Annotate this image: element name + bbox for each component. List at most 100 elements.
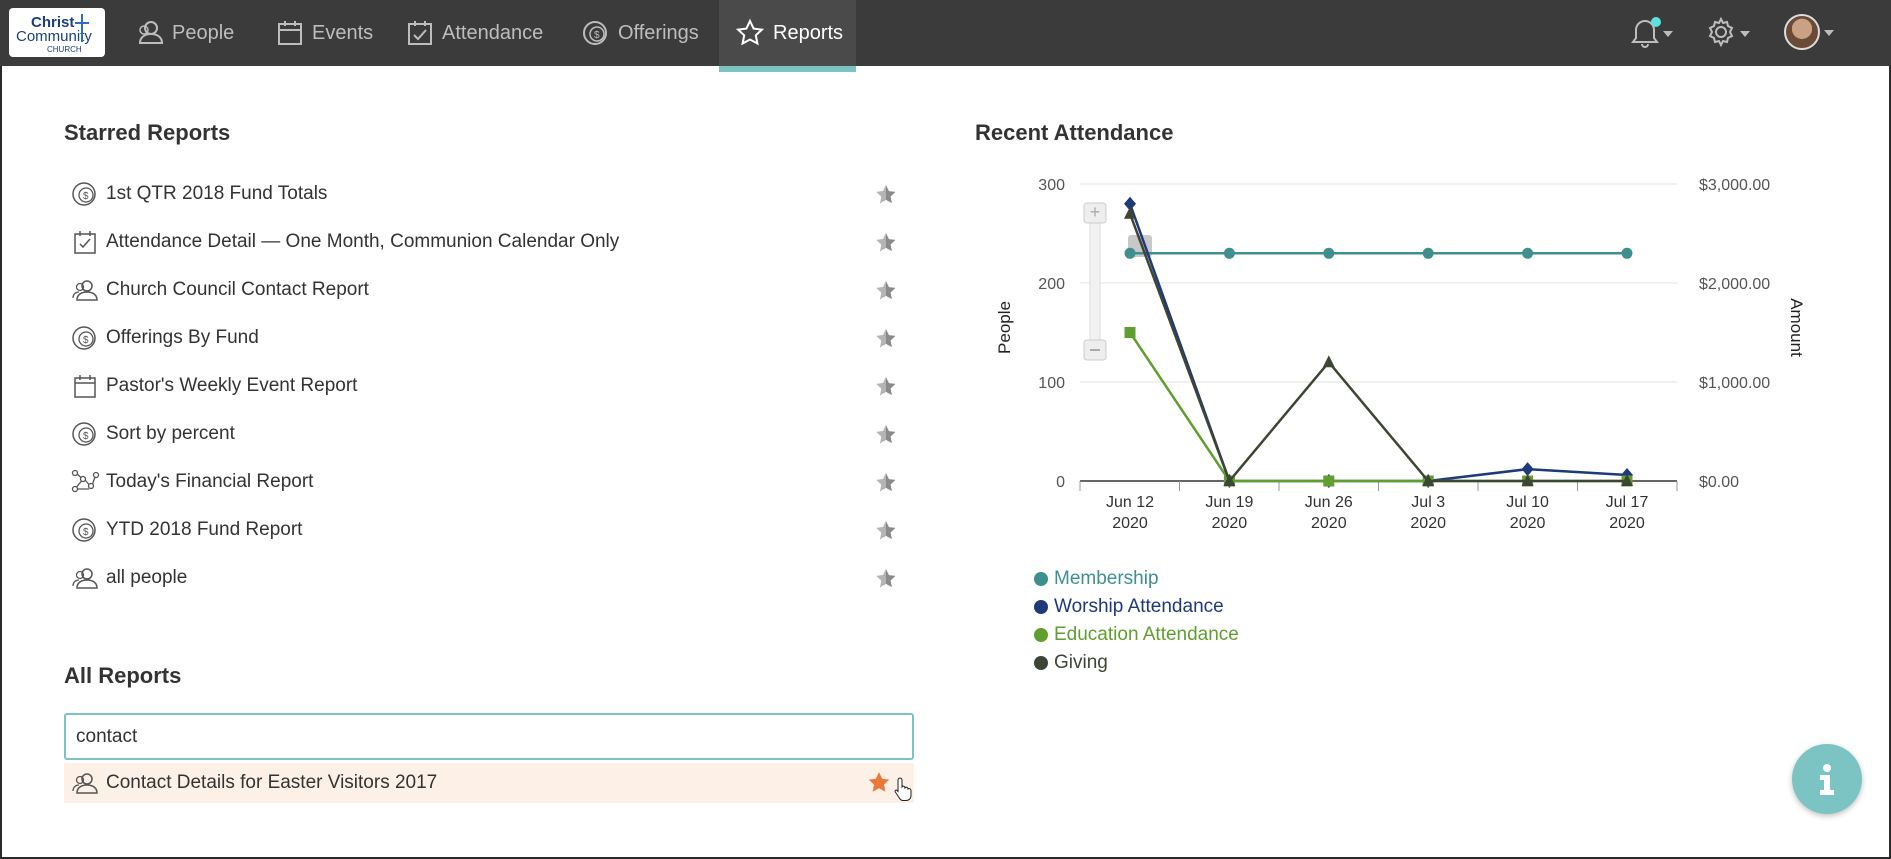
chevron-down-icon — [1740, 31, 1750, 37]
unstar-toggle-icon[interactable] — [874, 423, 898, 453]
info-icon — [1820, 764, 1834, 795]
calendar-icon — [70, 371, 100, 401]
starred-report-item[interactable]: Today's Financial Report — [64, 462, 914, 502]
report-search-input[interactable] — [64, 713, 914, 760]
series-membership — [1124, 247, 1633, 259]
report-label: Contact Details for Easter Visitors 2017 — [106, 772, 438, 793]
legend-item[interactable]: Worship Attendance — [1034, 593, 1239, 621]
y2-tick-label: $3,000.00 — [1699, 177, 1770, 194]
data-point — [1323, 247, 1335, 259]
plus-icon: + — [1090, 202, 1101, 222]
coin-icon: $ — [583, 21, 607, 45]
all-reports-heading: All Reports — [64, 663, 182, 688]
calendar-check-icon — [70, 227, 100, 257]
people-icon — [70, 563, 100, 593]
gear-icon — [1708, 16, 1734, 48]
unstar-toggle-icon[interactable] — [874, 567, 898, 597]
y-tick-label: 0 — [1056, 474, 1065, 491]
unstar-toggle-icon[interactable] — [874, 471, 898, 501]
data-point — [1124, 327, 1136, 338]
y2-tick-label: $2,000.00 — [1699, 276, 1770, 293]
starred-report-item[interactable]: $1st QTR 2018 Fund Totals — [64, 174, 914, 214]
data-point — [1422, 247, 1434, 259]
starred-reports-heading: Starred Reports — [64, 120, 231, 145]
legend-item[interactable]: Membership — [1034, 565, 1239, 593]
y-tick-label: 300 — [1038, 177, 1065, 194]
bell-icon — [1631, 17, 1661, 48]
report-label: Sort by percent — [106, 423, 235, 444]
calendar-icon — [278, 21, 302, 45]
svg-text:$: $ — [83, 527, 89, 538]
people-icon — [70, 768, 100, 798]
unstar-toggle-icon[interactable] — [874, 183, 898, 213]
starred-report-item[interactable]: $ Offerings By Fund — [64, 318, 914, 358]
pointer-cursor-icon — [894, 777, 912, 807]
unstar-toggle-icon[interactable] — [874, 231, 898, 261]
series-giving — [1124, 206, 1633, 486]
logo-line-3: CHURCH — [47, 45, 82, 54]
svg-text:$: $ — [83, 431, 89, 442]
zoom-slider-track — [1089, 204, 1101, 356]
unstar-toggle-icon[interactable] — [874, 327, 898, 357]
legend-label: Worship Attendance — [1054, 596, 1224, 617]
starred-report-item[interactable]: Church Council Contact Report — [64, 270, 914, 310]
svg-text:$: $ — [83, 335, 89, 346]
user-avatar[interactable] — [1784, 14, 1820, 50]
report-label: Pastor's Weekly Event Report — [106, 375, 358, 396]
x-tick-label: 2020 — [1609, 515, 1645, 532]
report-label: 1st QTR 2018 Fund Totals — [106, 183, 328, 204]
notifications-button[interactable] — [1628, 16, 1664, 55]
people-icon — [70, 275, 100, 305]
chart-title: Recent Attendance — [975, 120, 1174, 145]
nav-people-label: People — [172, 21, 235, 44]
report-label: Today's Financial Report — [106, 471, 314, 492]
search-result-item[interactable]: Contact Details for Easter Visitors 2017 — [64, 763, 914, 803]
calendar-check-icon — [408, 21, 432, 45]
legend-label: Education Attendance — [1054, 624, 1239, 645]
nav-events-label: Events — [312, 21, 374, 44]
report-label: Offerings By Fund — [106, 327, 259, 348]
starred-report-item[interactable]: $ YTD 2018 Fund Report — [64, 510, 914, 550]
starred-report-item[interactable]: Attendance Detail — One Month, Communion… — [64, 222, 914, 262]
svg-text:$: $ — [594, 30, 600, 41]
x-tick-label: 2020 — [1510, 515, 1546, 532]
y2-tick-label: $1,000.00 — [1699, 375, 1770, 392]
y-tick-label: 100 — [1038, 375, 1065, 392]
unstar-toggle-icon[interactable] — [874, 519, 898, 549]
chart-legend: Membership Worship Attendance Education At… — [1034, 565, 1239, 677]
nav-events[interactable]: Events — [276, 0, 388, 66]
legend-dot-icon — [1034, 600, 1048, 614]
star-toggle-icon[interactable] — [866, 770, 892, 802]
series-line — [1128, 203, 1628, 483]
settings-button[interactable] — [1705, 16, 1737, 53]
starred-report-item[interactable]: $ Sort by percent — [64, 414, 914, 454]
y2-tick-label: $0.00 — [1699, 474, 1739, 491]
unstar-toggle-icon[interactable] — [874, 279, 898, 309]
x-tick-label: Jun 26 — [1305, 494, 1353, 511]
y-tick-label: 200 — [1038, 276, 1065, 293]
x-tick-label: Jun 12 — [1106, 494, 1154, 511]
nav-offerings[interactable]: $ Offerings — [580, 0, 710, 66]
report-label: YTD 2018 Fund Report — [106, 519, 303, 540]
coin-icon: $ — [70, 179, 100, 209]
x-tick-label: Jul 17 — [1606, 494, 1649, 511]
data-point — [1323, 475, 1335, 487]
unstar-toggle-icon[interactable] — [874, 375, 898, 405]
data-point — [1322, 355, 1335, 368]
legend-item[interactable]: Giving — [1034, 649, 1239, 677]
x-tick-label: Jun 19 — [1205, 494, 1253, 511]
coin-icon: $ — [70, 515, 100, 545]
star-icon — [735, 18, 765, 46]
nav-reports[interactable]: Reports — [719, 0, 856, 72]
legend-item[interactable]: Education Attendance — [1034, 621, 1239, 649]
legend-label: Membership — [1054, 568, 1159, 589]
x-tick-label: 2020 — [1311, 515, 1347, 532]
info-button[interactable] — [1792, 744, 1862, 814]
nav-attendance[interactable]: Attendance — [406, 0, 566, 66]
starred-report-item[interactable]: all people — [64, 558, 914, 598]
series-line — [1128, 331, 1627, 483]
nav-people[interactable]: People — [134, 0, 250, 66]
starred-report-item[interactable]: Pastor's Weekly Event Report — [64, 366, 914, 406]
church-logo[interactable]: Christ Community CHURCH — [9, 8, 105, 57]
y-axis-title: People — [995, 301, 1014, 354]
